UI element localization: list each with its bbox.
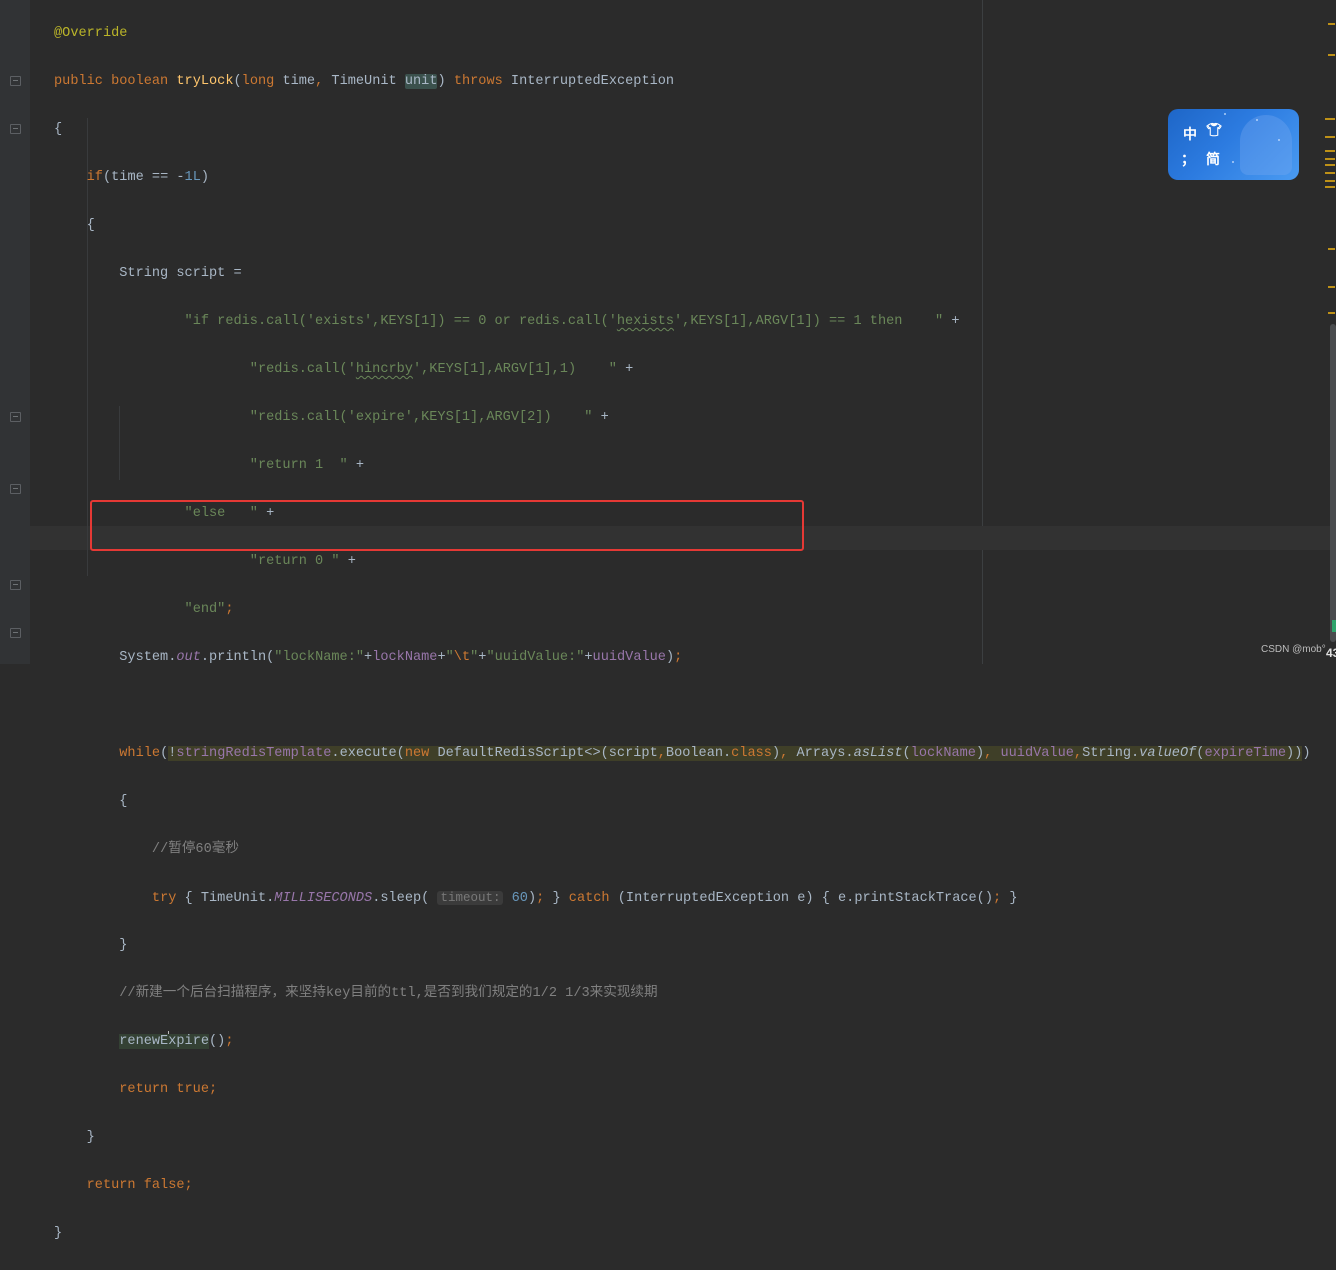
code-line: { <box>54 122 63 137</box>
code-line: //暂停60毫秒 <box>54 838 1311 862</box>
pause-comment: //暂停60毫秒 <box>151 842 239 857</box>
code-line: } <box>54 1226 63 1241</box>
scroll-marker[interactable] <box>1325 172 1335 174</box>
ime-mode-button[interactable]: 中 <box>1183 124 1197 144</box>
ime-star <box>1232 161 1234 163</box>
fold-marker-icon[interactable] <box>10 76 21 86</box>
code-line: { <box>54 218 95 233</box>
ime-skin-figure <box>1240 115 1292 175</box>
code-line: "return 0 " + <box>249 554 356 569</box>
annotation-highlight-box <box>90 500 804 551</box>
scroll-marker[interactable] <box>1328 54 1335 56</box>
ime-variant-button[interactable]: 简 <box>1206 149 1220 169</box>
code-line: @Override <box>54 26 128 41</box>
scroll-marker[interactable] <box>1325 164 1335 166</box>
scroll-marker[interactable] <box>1325 150 1335 152</box>
code-line: "redis.call('hincrby',KEYS[1],ARGV[1],1)… <box>249 362 634 377</box>
code-line: renewExpire(); <box>54 1030 1311 1054</box>
code-line: System.out.println("lockName:"+lockName+… <box>54 650 683 665</box>
code-line: return false; <box>86 1178 193 1193</box>
ime-star <box>1256 119 1258 121</box>
editor-gutter[interactable] <box>0 0 30 664</box>
vertical-scrollbar[interactable] <box>1330 324 1336 642</box>
code-editor[interactable]: @Override public boolean tryLock(long ti… <box>54 22 1311 1270</box>
fold-marker-icon[interactable] <box>10 124 21 134</box>
code-line: "end"; <box>184 602 234 617</box>
scroll-marker[interactable] <box>1325 158 1335 160</box>
code-line: while(!stringRedisTemplate.execute(new D… <box>119 746 1311 761</box>
inspection-status-icon[interactable] <box>1332 620 1336 632</box>
code-line: { <box>54 794 128 809</box>
fold-marker-icon[interactable] <box>10 628 21 638</box>
code-line: //新建一个后台扫描程序，来坚持key目前的ttl,是否到我们规定的1/2 1/… <box>54 982 1311 1006</box>
ime-star <box>1278 139 1280 141</box>
scroll-marker[interactable] <box>1325 180 1335 182</box>
scroll-marker[interactable] <box>1328 248 1335 250</box>
code-line: if(time == -1L) <box>86 170 210 185</box>
ime-punctuation-button[interactable]: ； <box>1181 149 1195 169</box>
code-line: "if redis.call('exists',KEYS[1]) == 0 or… <box>184 314 960 329</box>
scroll-marker[interactable] <box>1325 186 1335 188</box>
code-line: public boolean tryLock(long time, TimeUn… <box>54 74 675 89</box>
ime-toolbar[interactable]: 中 👕︎ ； 简 <box>1168 109 1299 180</box>
fold-marker-icon[interactable] <box>10 580 21 590</box>
scroll-marker[interactable] <box>1325 136 1335 138</box>
scroll-marker[interactable] <box>1325 118 1335 120</box>
watermark: CSDN @mob° <box>1261 644 1326 655</box>
code-line: return true; <box>119 1082 218 1097</box>
fold-marker-icon[interactable] <box>10 484 21 494</box>
scroll-marker[interactable] <box>1328 312 1335 314</box>
scroll-marker[interactable] <box>1328 23 1335 25</box>
scroll-marker[interactable] <box>1328 286 1335 288</box>
code-line: String script = <box>54 266 242 281</box>
code-line: } <box>54 938 128 953</box>
page-number: 43 <box>1326 646 1336 660</box>
code-line: "redis.call('expire',KEYS[1],ARGV[2]) " … <box>249 410 609 425</box>
code-line: } <box>54 1130 95 1145</box>
renew-comment: //新建一个后台扫描程序，来坚持key目前的ttl,是否到我们规定的1/2 1/… <box>119 986 658 1001</box>
code-line: "return 1 " + <box>249 458 365 473</box>
code-line: try { TimeUnit.MILLISECONDS.sleep( timeo… <box>151 891 1018 906</box>
shirt-icon[interactable]: 👕︎ <box>1206 123 1223 138</box>
ime-star <box>1224 113 1226 115</box>
fold-marker-icon[interactable] <box>10 412 21 422</box>
parameter-hint: timeout: <box>437 891 504 905</box>
